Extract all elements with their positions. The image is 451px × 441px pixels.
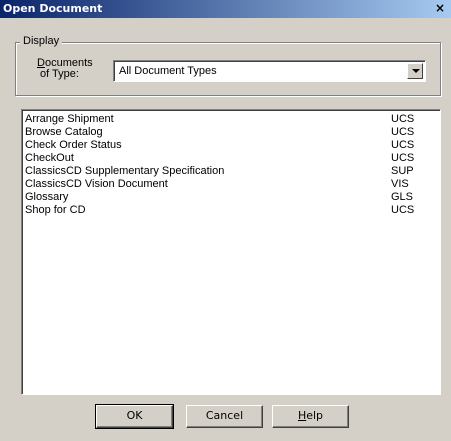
document-type-dropdown[interactable]: All Document Types <box>113 60 426 82</box>
list-item[interactable]: Browse Catalog UCS <box>25 126 436 139</box>
document-name: ClassicsCD Supplementary Specification <box>25 165 225 177</box>
document-name: Arrange Shipment <box>25 113 114 125</box>
document-name: Glossary <box>25 191 69 203</box>
help-button-mnemonic: H <box>297 409 307 422</box>
document-name: ClassicsCD Vision Document <box>25 178 168 190</box>
document-type: UCS <box>391 139 415 151</box>
list-item[interactable]: CheckOut UCS <box>25 152 436 165</box>
document-type: UCS <box>391 152 415 164</box>
list-item[interactable]: ClassicsCD Supplementary Specification S… <box>25 165 436 178</box>
list-item[interactable]: ClassicsCD Vision Document VIS <box>25 178 436 191</box>
document-type: UCS <box>391 126 415 138</box>
chevron-down-icon <box>412 69 420 73</box>
list-item[interactable]: Glossary GLS <box>25 191 436 204</box>
help-button-label: elp <box>306 409 324 422</box>
document-type: UCS <box>391 113 415 125</box>
doctype-label-line2: of Type: <box>40 68 79 80</box>
title-bar: Open Document × <box>0 0 451 18</box>
documents-of-type-label: Documents of Type: <box>37 58 93 80</box>
help-button[interactable]: Help <box>272 405 349 428</box>
cancel-button[interactable]: Cancel <box>186 405 263 428</box>
document-type: SUP <box>391 165 414 177</box>
document-type: VIS <box>391 178 409 190</box>
document-name: Browse Catalog <box>25 126 103 138</box>
list-item[interactable]: Shop for CD UCS <box>25 204 436 217</box>
document-type: GLS <box>391 191 414 203</box>
ok-button[interactable]: OK <box>95 404 174 429</box>
document-name: CheckOut <box>25 152 74 164</box>
document-name: Shop for CD <box>25 204 86 216</box>
list-item[interactable]: Arrange Shipment UCS <box>25 113 436 126</box>
list-item[interactable]: Check Order Status UCS <box>25 139 436 152</box>
display-legend: Display <box>20 35 63 47</box>
document-type: UCS <box>391 204 415 216</box>
document-list[interactable]: Arrange Shipment UCS Browse Catalog UCS … <box>21 109 441 395</box>
document-name: Check Order Status <box>25 139 122 151</box>
dropdown-arrow-button[interactable] <box>407 63 423 79</box>
document-type-value: All Document Types <box>119 65 217 77</box>
close-icon[interactable]: × <box>433 2 447 14</box>
window-title: Open Document <box>3 2 103 15</box>
